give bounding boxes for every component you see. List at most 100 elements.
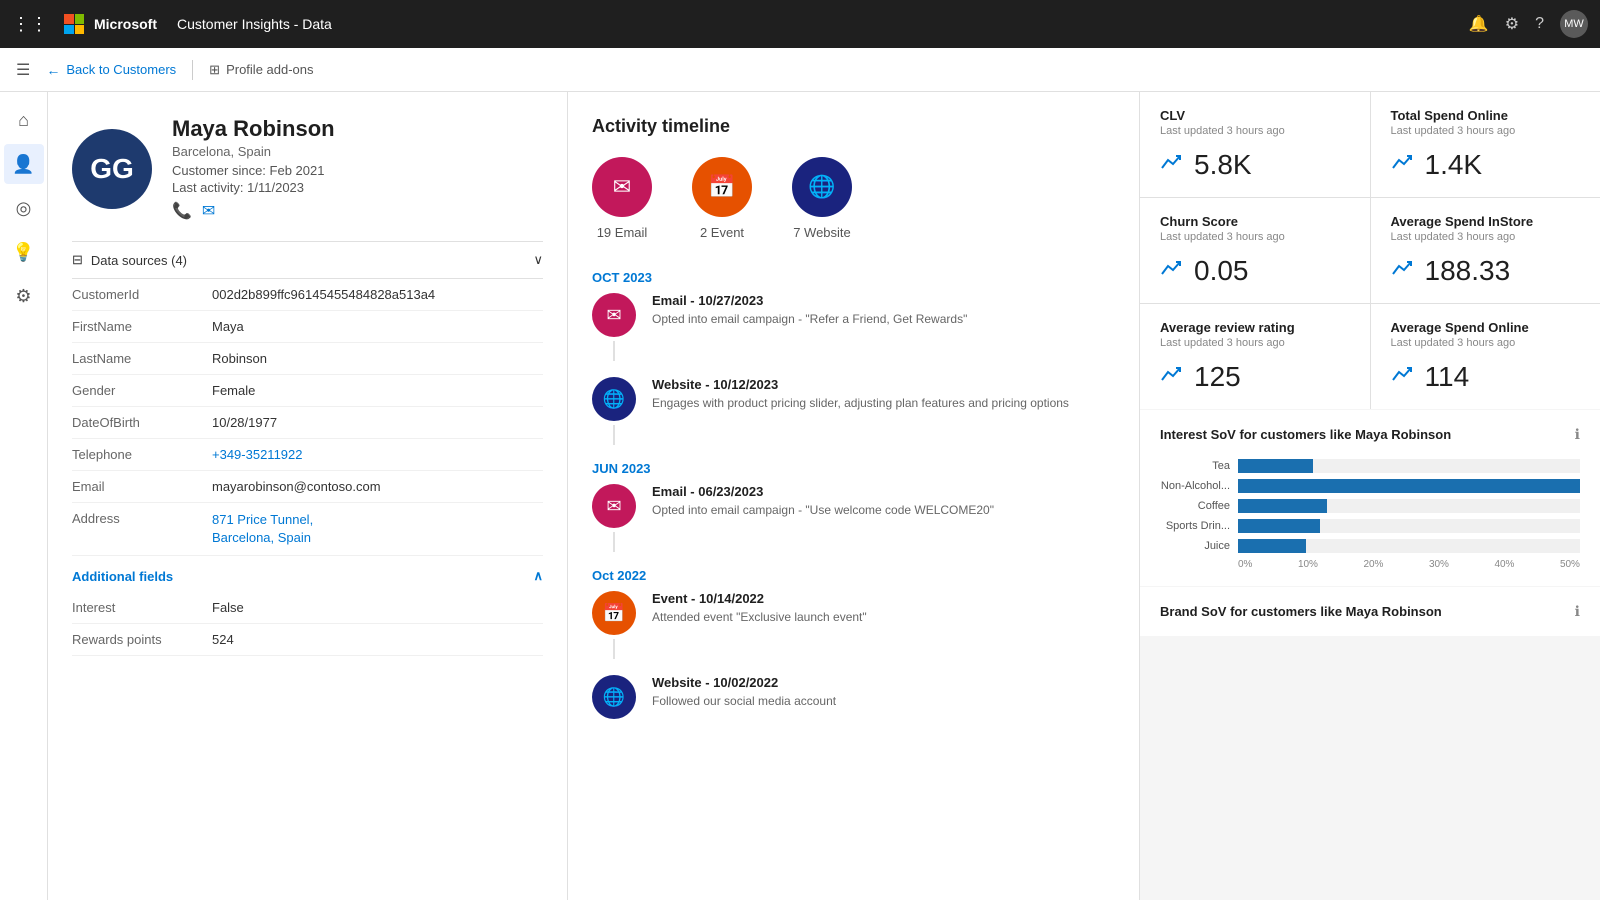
additional-fields: Interest False Rewards points 524 [72,592,543,656]
trend-up-icon [1160,258,1184,284]
bar-row-juice: Juice [1160,539,1580,553]
trend-up-icon [1391,258,1415,284]
field-address: Address 871 Price Tunnel,Barcelona, Spai… [72,503,543,556]
additional-fields-header[interactable]: Additional fields ∧ [72,556,543,592]
phone-icon[interactable]: 📞 [172,201,192,221]
contact-icons: 📞 ✉ [172,201,335,221]
back-arrow-icon: ← [46,62,60,78]
profile-location: Barcelona, Spain [172,144,335,159]
field-customerid: CustomerId 002d2b899ffc96145455484828a51… [72,279,543,311]
sub-nav: ☰ ← Back to Customers ⊞ Profile add-ons [0,48,1600,92]
field-lastname: LastName Robinson [72,343,543,375]
metric-asi-label: Average Spend InStore [1391,214,1581,229]
app-title: Customer Insights - Data [177,16,332,32]
metric-clv-label: CLV [1160,108,1350,123]
metric-avg-spend-instore: Average Spend InStore Last updated 3 hou… [1371,198,1600,303]
sidebar-item-settings[interactable]: ⚙ [4,276,44,316]
bar-label-juice: Juice [1160,540,1230,552]
bar-label-coffee: Coffee [1160,500,1230,512]
ms-logo-text: Microsoft [94,16,157,32]
data-sources-header[interactable]: ⊟ Data sources (4) ∨ [72,241,543,279]
timeline-item: ✉ Email - 06/23/2023 Opted into email ca… [592,484,1115,552]
metric-ar-value: 125 [1194,361,1241,393]
event-content: Website - 10/12/2023 Engages with produc… [652,377,1069,412]
metric-tso-label: Total Spend Online [1391,108,1581,123]
sidebar-item-segments[interactable]: ◎ [4,188,44,228]
interest-sov-title: Interest SoV for customers like Maya Rob… [1160,427,1451,442]
nav-divider [192,60,193,80]
website-dot-icon: 🌐 [592,675,636,719]
profile-header: GG Maya Robinson Barcelona, Spain Custom… [72,116,543,221]
settings-icon[interactable]: ⚙ [1505,14,1519,34]
profile-activity: Last activity: 1/11/2023 [172,180,335,195]
sidebar-item-home[interactable]: ⌂ [4,100,44,140]
metric-clv: CLV Last updated 3 hours ago 5.8K [1140,92,1370,197]
profile-name: Maya Robinson [172,116,335,142]
back-to-customers-button[interactable]: ← Back to Customers [46,62,176,78]
event-content: Website - 10/02/2022 Followed our social… [652,675,836,710]
timeline-item: 🌐 Website - 10/12/2023 Engages with prod… [592,377,1115,445]
trend-up-icon [1391,364,1415,390]
sidebar-item-customers[interactable]: 👤 [4,144,44,184]
metric-asi-updated: Last updated 3 hours ago [1391,231,1581,243]
profile-addons-button[interactable]: ⊞ Profile add-ons [209,62,313,78]
timeline-item: ✉ Email - 10/27/2023 Opted into email ca… [592,293,1115,361]
waffle-icon[interactable]: ⋮⋮ [12,14,48,35]
brand-sov-title: Brand SoV for customers like Maya Robins… [1160,604,1442,619]
field-dob: DateOfBirth 10/28/1977 [72,407,543,439]
metric-total-spend-online: Total Spend Online Last updated 3 hours … [1371,92,1600,197]
hamburger-icon[interactable]: ☰ [16,60,30,80]
ms-logo: Microsoft [64,14,157,34]
brand-sov-info-icon[interactable]: ℹ [1575,603,1580,620]
profile-since: Customer since: Feb 2021 [172,163,335,178]
metric-aso-label: Average Spend Online [1391,320,1581,335]
metric-churn-score: Churn Score Last updated 3 hours ago 0.0… [1140,198,1370,303]
field-rewards: Rewards points 524 [72,624,543,656]
activity-email-summary: ✉ 19 Email [592,157,652,240]
event-content: Email - 10/27/2023 Opted into email camp… [652,293,967,328]
timeline-month-oct2022: Oct 2022 [592,568,1115,583]
bar-row-coffee: Coffee [1160,499,1580,513]
left-panel: GG Maya Robinson Barcelona, Spain Custom… [48,92,568,900]
bar-fill-juice [1238,539,1306,553]
profile-avatar: GG [72,129,152,209]
metric-ar-updated: Last updated 3 hours ago [1160,337,1350,349]
avatar[interactable]: MW [1560,10,1588,38]
sidebar: ⌂ 👤 ◎ 💡 ⚙ [0,92,48,900]
data-sources-fields: CustomerId 002d2b899ffc96145455484828a51… [72,279,543,556]
event-count: 2 Event [700,225,744,240]
field-firstname: FirstName Maya [72,311,543,343]
metric-avg-spend-online: Average Spend Online Last updated 3 hour… [1371,304,1600,409]
metric-avg-review: Average review rating Last updated 3 hou… [1140,304,1370,409]
trend-up-icon [1391,152,1415,178]
activity-event-summary: 📅 2 Event [692,157,752,240]
timeline-month-jun2023: JUN 2023 [592,461,1115,476]
metric-cs-updated: Last updated 3 hours ago [1160,231,1350,243]
sidebar-item-insights[interactable]: 💡 [4,232,44,272]
email-dot-icon: ✉ [592,484,636,528]
field-interest: Interest False [72,592,543,624]
right-panel: CLV Last updated 3 hours ago 5.8K Total … [1140,92,1600,900]
back-label: Back to Customers [66,62,176,77]
notification-icon[interactable]: 🔔 [1469,14,1489,34]
metric-ar-label: Average review rating [1160,320,1350,335]
metric-asi-value: 188.33 [1425,255,1511,287]
email-dot-icon: ✉ [592,293,636,337]
website-dot-icon: 🌐 [592,377,636,421]
profile-addons-label: Profile add-ons [226,62,313,77]
metric-aso-updated: Last updated 3 hours ago [1391,337,1581,349]
data-sources-label: Data sources (4) [91,253,187,268]
website-circle-icon: 🌐 [792,157,852,217]
interest-sov-info-icon[interactable]: ℹ [1575,426,1580,443]
event-dot-icon: 📅 [592,591,636,635]
event-content: Email - 06/23/2023 Opted into email camp… [652,484,994,519]
trend-up-icon [1160,152,1184,178]
profile-addons-icon: ⊞ [209,62,220,78]
email-circle-icon: ✉ [592,157,652,217]
chart-axis: 0% 10% 20% 30% 40% 50% [1160,559,1580,570]
profile-info: Maya Robinson Barcelona, Spain Customer … [172,116,335,221]
bar-fill-coffee [1238,499,1327,513]
email-icon[interactable]: ✉ [202,201,215,221]
help-icon[interactable]: ? [1535,15,1544,33]
event-content: Event - 10/14/2022 Attended event "Exclu… [652,591,867,626]
